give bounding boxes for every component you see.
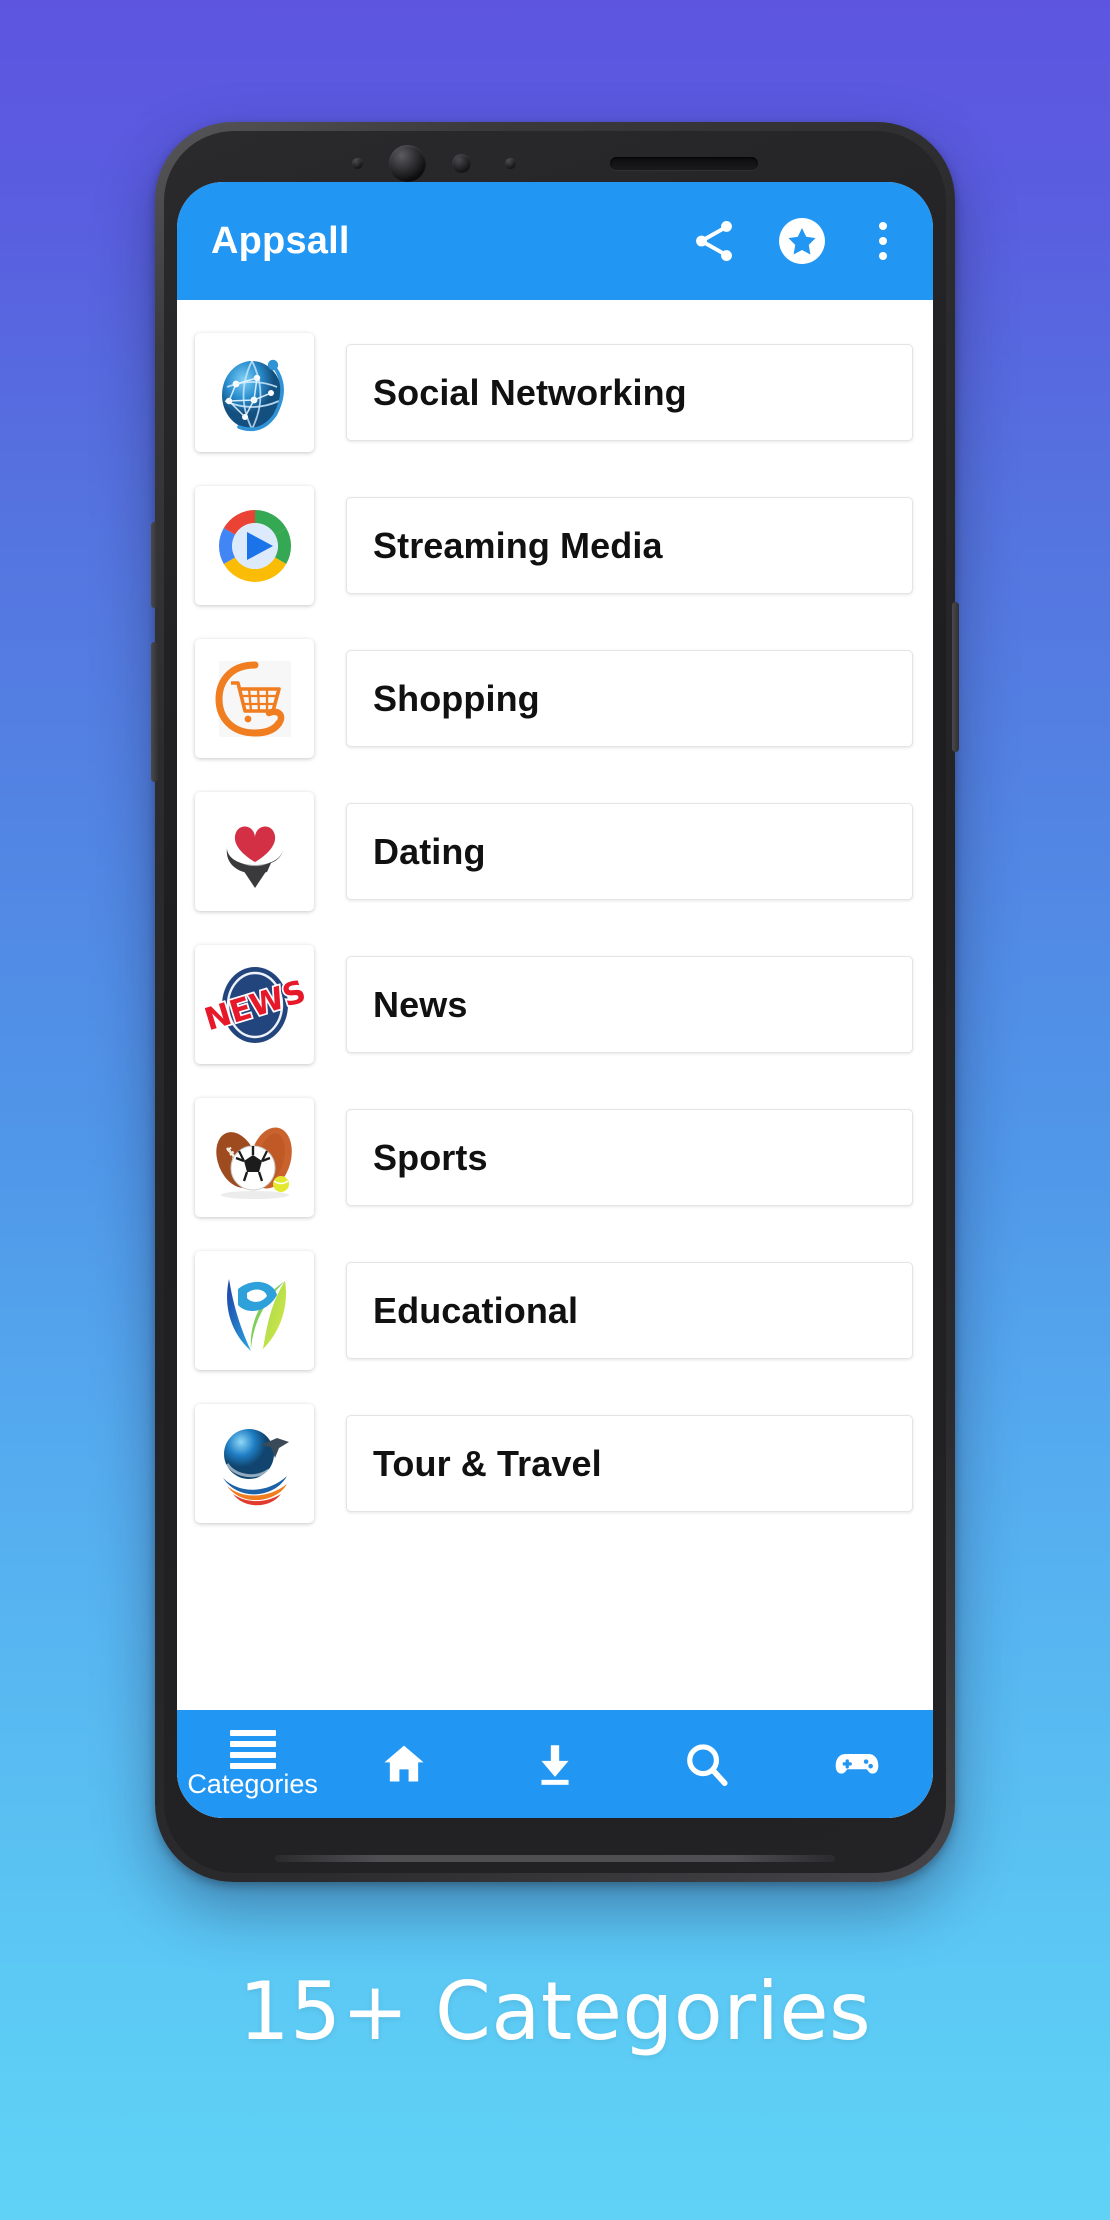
app-bar-actions bbox=[687, 214, 903, 268]
category-label: Tour & Travel bbox=[373, 1442, 602, 1484]
nav-categories-label: Categories bbox=[187, 1769, 318, 1799]
nav-categories[interactable]: Categories bbox=[177, 1710, 328, 1818]
app-screen: Appsall Social Networking Streaming Medi… bbox=[177, 182, 933, 1818]
category-thumbnail bbox=[195, 1404, 314, 1523]
category-label: Streaming Media bbox=[373, 524, 663, 566]
category-thumbnail: NEWS bbox=[195, 945, 314, 1064]
volume-up-button[interactable] bbox=[151, 522, 158, 608]
proximity-sensor-icon bbox=[352, 157, 363, 169]
play-circle-color-icon bbox=[205, 496, 305, 596]
phone-mockup: Appsall Social Networking Streaming Medi… bbox=[151, 122, 959, 1882]
download-icon bbox=[530, 1739, 580, 1789]
list-item[interactable]: NEWS News bbox=[177, 928, 933, 1081]
category-label-card[interactable]: Sports bbox=[346, 1109, 913, 1206]
category-label-card[interactable]: Shopping bbox=[346, 650, 913, 747]
earpiece-speaker-icon bbox=[610, 156, 758, 170]
category-label: Educational bbox=[373, 1289, 579, 1331]
category-label: Social Networking bbox=[373, 371, 687, 413]
category-thumbnail bbox=[195, 639, 314, 758]
nav-games[interactable] bbox=[782, 1710, 933, 1818]
category-thumbnail bbox=[195, 1251, 314, 1370]
hamburger-icon bbox=[229, 1730, 276, 1769]
category-label-card[interactable]: Educational bbox=[346, 1262, 913, 1359]
nav-search[interactable] bbox=[631, 1710, 782, 1818]
home-icon bbox=[379, 1739, 429, 1789]
star-rate-icon bbox=[775, 214, 829, 268]
category-label-card[interactable]: Dating bbox=[346, 803, 913, 900]
rate-button[interactable] bbox=[775, 214, 829, 268]
front-camera-icon bbox=[389, 144, 426, 182]
news-badge-icon: NEWS bbox=[205, 955, 305, 1055]
category-label: Shopping bbox=[373, 677, 540, 719]
category-thumbnail bbox=[195, 1098, 314, 1217]
category-label-card[interactable]: Streaming Media bbox=[346, 497, 913, 594]
heart-pin-icon bbox=[205, 802, 305, 902]
category-list[interactable]: Social Networking Streaming Media Shoppi… bbox=[177, 300, 933, 1818]
bottom-navigation-bar: Categories bbox=[177, 1710, 933, 1818]
category-label: Dating bbox=[373, 830, 486, 872]
list-item[interactable]: Tour & Travel bbox=[177, 1387, 933, 1540]
search-icon bbox=[681, 1739, 731, 1789]
shopping-cart-icon bbox=[205, 649, 305, 749]
category-thumbnail bbox=[195, 486, 314, 605]
share-icon bbox=[689, 216, 739, 266]
graduate-leaf-icon bbox=[205, 1261, 305, 1361]
list-item[interactable]: Dating bbox=[177, 775, 933, 928]
category-label-card[interactable]: Social Networking bbox=[346, 344, 913, 441]
category-thumbnail bbox=[195, 333, 314, 452]
phone-bezel: Appsall Social Networking Streaming Medi… bbox=[177, 182, 933, 1818]
overflow-menu-icon bbox=[879, 222, 887, 230]
page-title: Appsall bbox=[211, 219, 350, 262]
nav-downloads[interactable] bbox=[479, 1710, 630, 1818]
overflow-menu-button[interactable] bbox=[863, 214, 903, 268]
category-label: News bbox=[373, 983, 468, 1025]
promo-caption: 15+ Categories bbox=[238, 1965, 872, 2058]
ambient-sensor-icon bbox=[452, 153, 471, 173]
list-item[interactable]: Educational bbox=[177, 1234, 933, 1387]
category-label-card[interactable]: Tour & Travel bbox=[346, 1415, 913, 1512]
led-indicator-icon bbox=[505, 157, 516, 169]
gamepad-icon bbox=[831, 1738, 883, 1790]
category-thumbnail bbox=[195, 792, 314, 911]
overflow-menu-icon bbox=[879, 237, 887, 245]
volume-down-button[interactable] bbox=[151, 642, 158, 782]
list-item[interactable]: Shopping bbox=[177, 622, 933, 775]
phone-sensor-row bbox=[155, 144, 955, 182]
sports-balls-icon bbox=[205, 1108, 305, 1208]
nav-home[interactable] bbox=[328, 1710, 479, 1818]
category-label-card[interactable]: News bbox=[346, 956, 913, 1053]
app-bar: Appsall bbox=[177, 182, 933, 300]
list-item[interactable]: Sports bbox=[177, 1081, 933, 1234]
globe-network-icon bbox=[205, 343, 305, 443]
share-button[interactable] bbox=[687, 214, 741, 268]
globe-plane-icon bbox=[205, 1414, 305, 1514]
category-label: Sports bbox=[373, 1136, 488, 1178]
overflow-menu-icon bbox=[879, 252, 887, 260]
power-button[interactable] bbox=[952, 602, 959, 752]
list-item[interactable]: Streaming Media bbox=[177, 469, 933, 622]
list-item[interactable]: Social Networking bbox=[177, 316, 933, 469]
phone-chin-accent bbox=[275, 1855, 835, 1862]
